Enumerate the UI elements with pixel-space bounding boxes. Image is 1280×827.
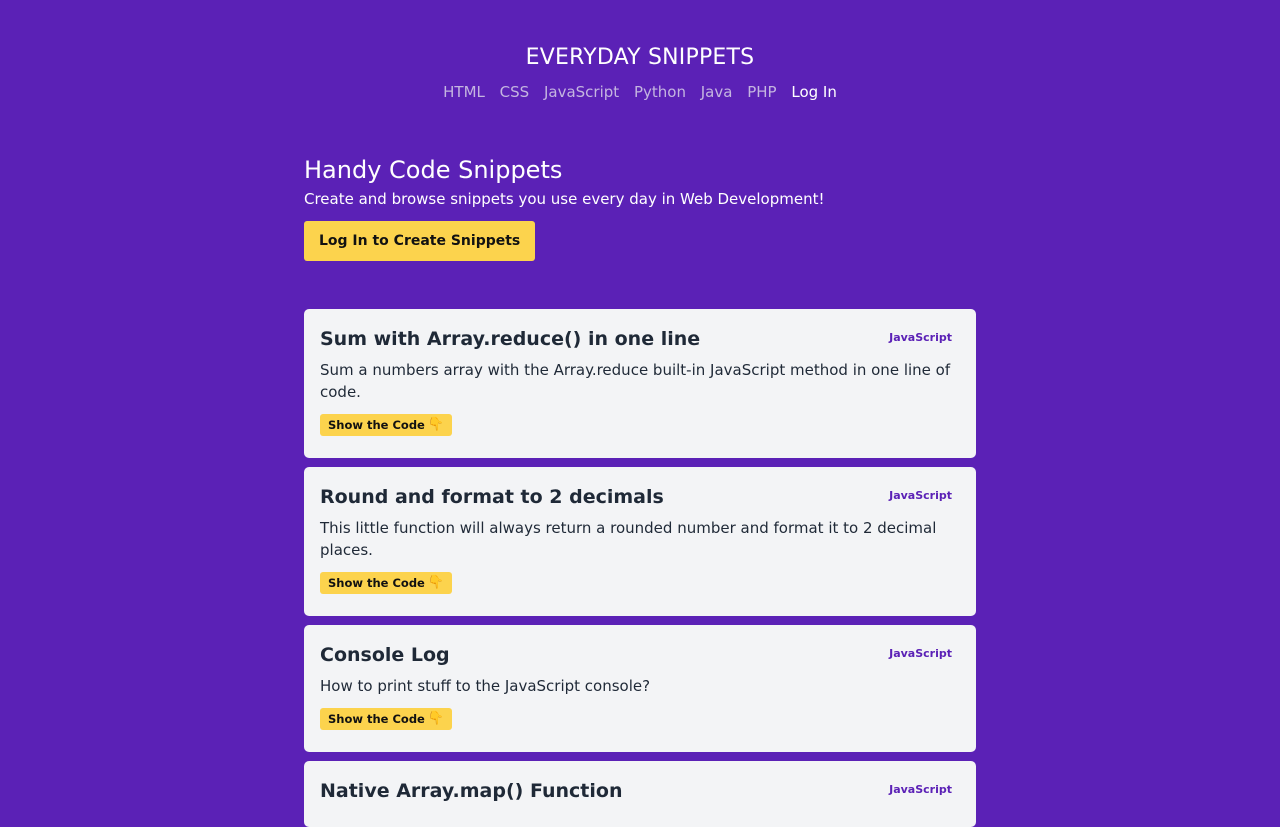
snippet-description: This little function will always return … [320, 519, 937, 559]
hero-heading: Handy Code Snippets [304, 156, 563, 184]
snippet-description: How to print stuff to the JavaScript con… [320, 677, 651, 695]
main-nav: HTML CSS JavaScript Python Java PHP Log … [0, 81, 1280, 103]
snippet-card: Sum with Array.reduce() in one line Java… [304, 309, 976, 458]
language-tag[interactable]: JavaScript [889, 489, 952, 502]
nav-item-javascript[interactable]: JavaScript [544, 83, 619, 101]
site-header: EVERYDAY SNIPPETS HTML CSS JavaScript Py… [0, 0, 1280, 103]
pointing-hand-icon: 👇 [427, 417, 445, 432]
site-title[interactable]: EVERYDAY SNIPPETS [0, 44, 1280, 72]
show-code-button[interactable]: Show the Code 👇 [320, 708, 453, 730]
pointing-hand-icon: 👇 [427, 575, 445, 590]
hero-section: Handy Code Snippets Create and browse sn… [304, 155, 976, 261]
show-code-label: Show the Code [328, 576, 425, 590]
snippet-title[interactable]: Sum with Array.reduce() in one line [320, 325, 960, 353]
snippet-list: Sum with Array.reduce() in one line Java… [304, 309, 976, 827]
snippet-description: Sum a numbers array with the Array.reduc… [320, 361, 951, 401]
nav-item-login[interactable]: Log In [791, 83, 837, 101]
nav-item-php[interactable]: PHP [747, 83, 776, 101]
nav-item-html[interactable]: HTML [443, 83, 485, 101]
language-tag[interactable]: JavaScript [889, 331, 952, 344]
snippet-card: Console Log JavaScript How to print stuf… [304, 625, 976, 752]
login-to-create-button[interactable]: Log In to Create Snippets [304, 221, 536, 261]
show-code-label: Show the Code [328, 418, 425, 432]
snippet-card: Round and format to 2 decimals JavaScrip… [304, 467, 976, 616]
language-tag[interactable]: JavaScript [889, 647, 952, 660]
snippet-card: Native Array.map() Function JavaScript [304, 761, 976, 827]
nav-item-css[interactable]: CSS [500, 83, 530, 101]
nav-item-java[interactable]: Java [701, 83, 733, 101]
snippet-title[interactable]: Native Array.map() Function [320, 777, 960, 805]
snippet-title[interactable]: Console Log [320, 641, 960, 669]
show-code-label: Show the Code [328, 712, 425, 726]
snippet-title[interactable]: Round and format to 2 decimals [320, 483, 960, 511]
show-code-button[interactable]: Show the Code 👇 [320, 414, 453, 436]
nav-item-python[interactable]: Python [634, 83, 686, 101]
hero-subheading: Create and browse snippets you use every… [304, 190, 825, 208]
language-tag[interactable]: JavaScript [889, 783, 952, 796]
show-code-button[interactable]: Show the Code 👇 [320, 572, 453, 594]
pointing-hand-icon: 👇 [427, 711, 445, 726]
